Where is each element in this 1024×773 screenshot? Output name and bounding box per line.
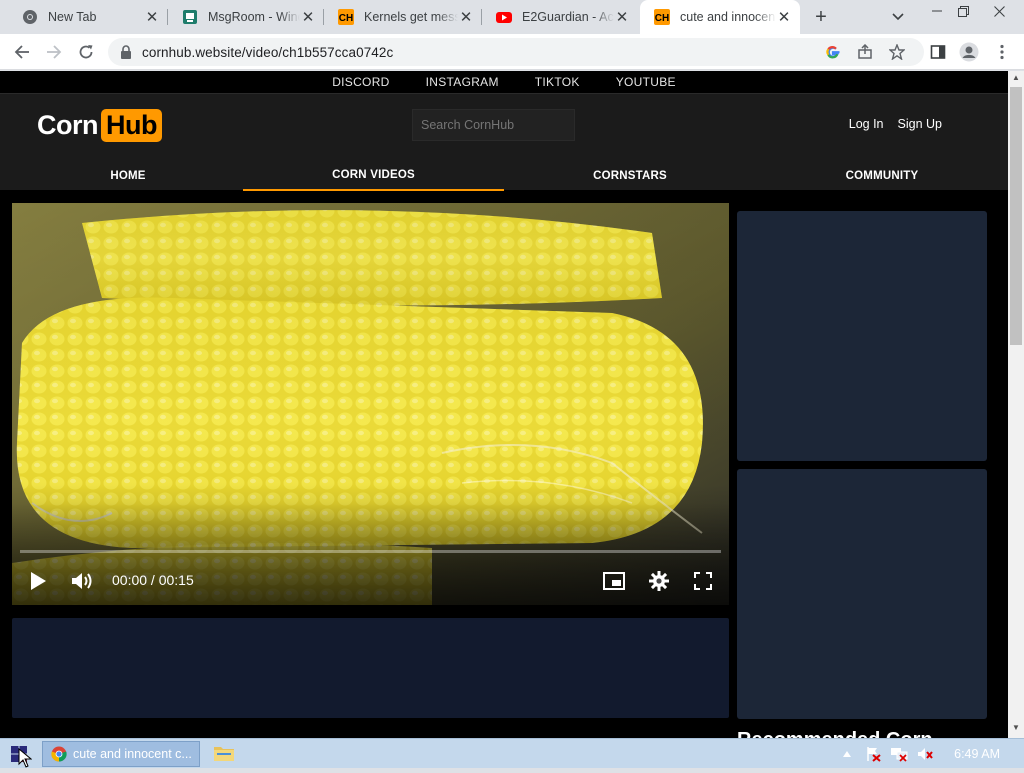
tab-e2guardian[interactable]: E2Guardian - Acc ✕ (482, 0, 638, 34)
action-center-flag-icon[interactable] (864, 745, 882, 763)
url-text: cornhub.website/video/ch1b557cca0742c (142, 45, 394, 60)
fullscreen-icon[interactable] (691, 569, 715, 593)
new-tab-button[interactable]: + (810, 6, 832, 28)
tab-strip: New Tab ✕ MsgRoom - Wind ✕ CH Kernels ge… (0, 0, 1024, 34)
side-panel-icon[interactable] (928, 42, 948, 62)
taskbar-chrome-window[interactable]: cute and innocent c... (42, 741, 200, 767)
tab-active-cute-and-innocent[interactable]: CH cute and innocent ✕ (640, 0, 800, 34)
window-close-icon[interactable] (984, 0, 1014, 22)
tab-close-icon[interactable]: ✕ (458, 9, 474, 26)
scroll-thumb[interactable] (1010, 87, 1022, 345)
site-logo[interactable]: Corn Hub (37, 107, 162, 143)
youtube-link[interactable]: YOUTUBE (616, 75, 676, 89)
share-icon[interactable] (856, 43, 874, 61)
file-explorer-icon[interactable] (213, 744, 235, 764)
sidebar-ad-slot (737, 211, 987, 461)
volume-icon[interactable] (70, 569, 94, 593)
nav-home[interactable]: HOME (0, 160, 256, 191)
video-player[interactable]: 00:00 / 00:15 (12, 203, 729, 605)
reload-icon[interactable] (76, 42, 96, 62)
scroll-up-arrow-icon[interactable]: ▲ (1011, 73, 1021, 83)
instagram-link[interactable]: INSTAGRAM (426, 75, 499, 89)
site-header: Corn Hub Log In Sign Up HOME CORN VIDEOS… (0, 93, 1008, 191)
taskbar-clock[interactable]: 6:49 AM (954, 747, 1000, 761)
video-frame-corn-image (12, 203, 729, 605)
chrome-icon (22, 9, 38, 25)
video-progress-bar[interactable] (20, 550, 721, 553)
tab-new-tab[interactable]: New Tab ✕ (8, 0, 168, 34)
back-arrow-icon[interactable] (12, 42, 32, 62)
tab-title: New Tab (48, 10, 97, 24)
scroll-down-arrow-icon[interactable]: ▼ (1011, 723, 1021, 733)
search-input[interactable] (412, 109, 575, 141)
msgroom-icon (182, 9, 198, 25)
sidebar-ad-slot (737, 469, 987, 719)
browser-toolbar: cornhub.website/video/ch1b557cca0742c (0, 34, 1024, 70)
login-link[interactable]: Log In (849, 117, 884, 131)
tab-close-icon[interactable]: ✕ (144, 9, 160, 26)
signup-link[interactable]: Sign Up (898, 117, 942, 131)
tab-title: E2Guardian - Acc (522, 10, 614, 24)
logo-part-corn: Corn (37, 109, 99, 140)
main-nav: HOME CORN VIDEOS CORNSTARS COMMUNITY (0, 160, 1008, 191)
nav-cornstars[interactable]: CORNSTARS (504, 160, 756, 191)
restore-icon[interactable] (948, 0, 978, 22)
tab-close-icon[interactable]: ✕ (300, 9, 316, 26)
picture-in-picture-icon[interactable] (602, 569, 626, 593)
google-icon[interactable] (824, 43, 842, 61)
video-time-display: 00:00 / 00:15 (112, 572, 194, 588)
forward-arrow-icon[interactable] (44, 42, 64, 62)
tray-expand-icon[interactable] (838, 745, 856, 763)
profile-avatar-icon[interactable] (959, 42, 979, 62)
tab-msgroom[interactable]: MsgRoom - Wind ✕ (168, 0, 324, 34)
svg-text:CH: CH (655, 13, 669, 24)
tiktok-link[interactable]: TIKTOK (535, 75, 580, 89)
tab-search-chevron-icon[interactable] (888, 8, 908, 26)
video-info-panel (12, 618, 729, 718)
browser-menu-icon[interactable] (992, 42, 1012, 62)
system-tray: 6:49 AM (838, 739, 1010, 769)
bookmark-star-icon[interactable] (888, 43, 906, 61)
web-page: DISCORD INSTAGRAM TIKTOK YOUTUBE Corn Hu… (0, 71, 1008, 738)
logo-part-hub: Hub (101, 108, 162, 142)
nav-community[interactable]: COMMUNITY (756, 160, 1008, 191)
youtube-icon (496, 9, 512, 25)
network-icon[interactable] (890, 745, 908, 763)
page-scrollbar[interactable]: ▲ ▼ (1008, 71, 1024, 738)
recommended-heading: Recommended Corn (737, 729, 933, 738)
chrome-icon (51, 746, 67, 762)
tab-close-icon[interactable]: ✕ (776, 9, 792, 26)
nav-corn-videos[interactable]: CORN VIDEOS (243, 160, 504, 191)
tab-kernels[interactable]: CH Kernels get messy ✕ (324, 0, 482, 34)
svg-text:CH: CH (339, 13, 353, 24)
volume-muted-icon[interactable] (916, 745, 934, 763)
address-bar[interactable]: cornhub.website/video/ch1b557cca0742c (108, 38, 924, 66)
lock-icon[interactable] (120, 45, 134, 59)
cornhub-ch-icon: CH (338, 9, 354, 25)
play-icon[interactable] (26, 569, 50, 593)
windows-taskbar: cute and innocent c... 6:49 AM (0, 738, 1024, 768)
taskbar-window-title: cute and innocent c... (73, 747, 192, 761)
tab-title: Kernels get messy (364, 10, 458, 24)
social-links-bar: DISCORD INSTAGRAM TIKTOK YOUTUBE (0, 71, 1008, 93)
mouse-cursor-icon (18, 747, 33, 768)
settings-gear-icon[interactable] (647, 569, 671, 593)
tab-close-icon[interactable]: ✕ (614, 9, 630, 26)
cornhub-ch-icon: CH (654, 9, 670, 25)
auth-links: Log In Sign Up (849, 117, 942, 131)
discord-link[interactable]: DISCORD (332, 75, 389, 89)
tab-title: MsgRoom - Wind (208, 10, 300, 24)
tab-title: cute and innocent (680, 10, 776, 24)
